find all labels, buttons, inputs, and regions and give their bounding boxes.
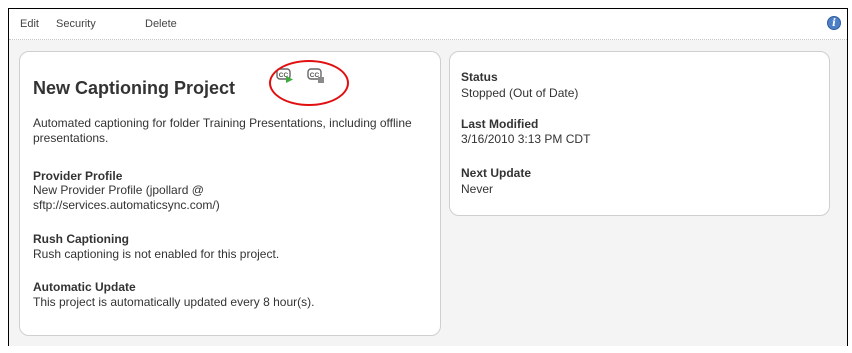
info-icon[interactable]: i [827,16,841,30]
provider-profile-line1: New Provider Profile (jpollard @ [33,183,204,197]
cc-play-icon[interactable]: CC [276,66,294,84]
page-title: New Captioning Project [33,78,236,98]
next-update-label: Next Update [461,166,532,180]
status-value: Stopped (Out of Date) [461,86,579,100]
last-modified-label: Last Modified [461,117,539,131]
toolbar: Edit Security Delete i [9,9,847,40]
cc-stop-icon[interactable]: CC [307,66,325,84]
project-description: Automated captioning for folder Training… [33,116,412,145]
rush-captioning-value: Rush captioning is not enabled for this … [33,247,280,261]
automatic-update-value: This project is automatically updated ev… [33,295,315,309]
automatic-update-label: Automatic Update [33,280,136,294]
project-window: Edit Security Delete i New Captioning Pr… [8,8,848,346]
status-panel: Status Stopped (Out of Date) Last Modifi… [449,51,830,216]
edit-menu-item[interactable]: Edit [20,18,39,30]
delete-menu-item[interactable]: Delete [145,18,177,30]
project-details-panel: New Captioning Project CC CC Automated c… [19,51,441,336]
status-label: Status [461,70,498,84]
provider-profile-label: Provider Profile [33,169,123,183]
provider-profile-line2: sftp://services.automaticsync.com/) [33,198,220,212]
security-menu-item[interactable]: Security [56,18,96,30]
rush-captioning-label: Rush Captioning [33,232,129,246]
next-update-value: Never [461,182,494,196]
last-modified-value: 3/16/2010 3:13 PM CDT [461,132,591,146]
